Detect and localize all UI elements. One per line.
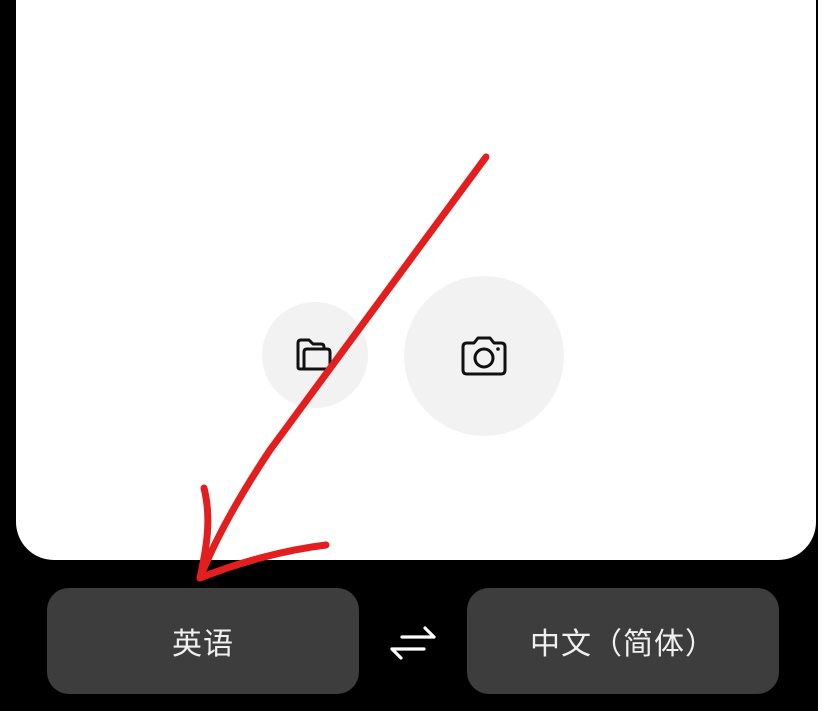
open-folder-button[interactable] — [262, 302, 368, 408]
swap-languages-button[interactable] — [382, 612, 444, 672]
source-language-label: 英语 — [172, 627, 234, 662]
screen-edge — [818, 0, 830, 711]
camera-preview-area — [16, 0, 816, 560]
folder-icon — [296, 338, 332, 371]
source-language-button[interactable]: 英语 — [47, 588, 359, 694]
camera-capture-button[interactable] — [404, 276, 564, 436]
swap-arrows-icon — [390, 626, 436, 660]
target-language-button[interactable]: 中文（简体） — [467, 588, 779, 694]
target-language-label: 中文（简体） — [530, 627, 716, 662]
camera-icon — [461, 336, 507, 376]
